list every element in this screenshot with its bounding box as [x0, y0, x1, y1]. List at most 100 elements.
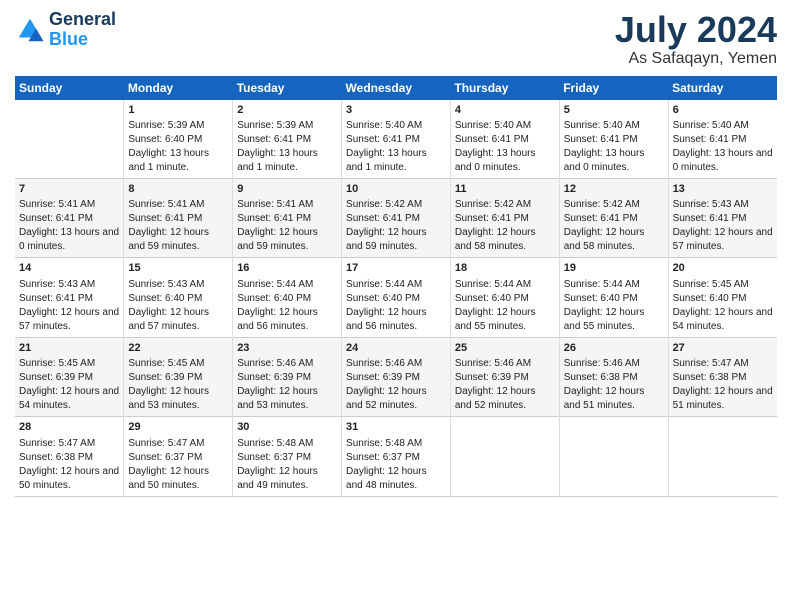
- day-number: 1: [128, 103, 228, 118]
- sunrise-text: Sunrise: 5:40 AM: [455, 119, 555, 133]
- logo-line1: General: [49, 10, 116, 30]
- cell-w2-d3: 9Sunrise: 5:41 AMSunset: 6:41 PMDaylight…: [233, 178, 342, 257]
- col-tuesday: Tuesday: [233, 76, 342, 100]
- sunrise-text: Sunrise: 5:41 AM: [128, 198, 228, 212]
- cell-w3-d4: 17Sunrise: 5:44 AMSunset: 6:40 PMDayligh…: [342, 258, 451, 337]
- cell-w5-d7: [668, 417, 777, 496]
- sunrise-text: Sunrise: 5:48 AM: [346, 437, 446, 451]
- day-number: 21: [19, 341, 119, 356]
- header: General Blue July 2024 As Safaqayn, Yeme…: [15, 10, 777, 68]
- daylight-text: Daylight: 12 hours and 58 minutes.: [564, 226, 664, 254]
- cell-w2-d5: 11Sunrise: 5:42 AMSunset: 6:41 PMDayligh…: [450, 178, 559, 257]
- sunrise-text: Sunrise: 5:42 AM: [346, 198, 446, 212]
- sunrise-text: Sunrise: 5:39 AM: [237, 119, 337, 133]
- sunrise-text: Sunrise: 5:46 AM: [346, 357, 446, 371]
- sunset-text: Sunset: 6:40 PM: [128, 292, 228, 306]
- sunset-text: Sunset: 6:41 PM: [128, 212, 228, 226]
- sunset-text: Sunset: 6:40 PM: [237, 292, 337, 306]
- daylight-text: Daylight: 12 hours and 55 minutes.: [455, 306, 555, 334]
- sunrise-text: Sunrise: 5:46 AM: [564, 357, 664, 371]
- sunset-text: Sunset: 6:37 PM: [237, 451, 337, 465]
- daylight-text: Daylight: 12 hours and 56 minutes.: [346, 306, 446, 334]
- sunset-text: Sunset: 6:39 PM: [346, 371, 446, 385]
- cell-w4-d5: 25Sunrise: 5:46 AMSunset: 6:39 PMDayligh…: [450, 337, 559, 416]
- day-number: 12: [564, 182, 664, 197]
- cell-w3-d7: 20Sunrise: 5:45 AMSunset: 6:40 PMDayligh…: [668, 258, 777, 337]
- cell-w4-d1: 21Sunrise: 5:45 AMSunset: 6:39 PMDayligh…: [15, 337, 124, 416]
- page-title: July 2024: [615, 10, 777, 50]
- sunrise-text: Sunrise: 5:47 AM: [673, 357, 773, 371]
- daylight-text: Daylight: 12 hours and 52 minutes.: [455, 385, 555, 413]
- column-header-row: Sunday Monday Tuesday Wednesday Thursday…: [15, 76, 777, 100]
- day-number: 25: [455, 341, 555, 356]
- sunrise-text: Sunrise: 5:44 AM: [564, 278, 664, 292]
- sunrise-text: Sunrise: 5:45 AM: [128, 357, 228, 371]
- logo-text: General Blue: [49, 10, 116, 50]
- daylight-text: Daylight: 12 hours and 52 minutes.: [346, 385, 446, 413]
- daylight-text: Daylight: 12 hours and 53 minutes.: [237, 385, 337, 413]
- sunset-text: Sunset: 6:40 PM: [346, 292, 446, 306]
- day-number: 16: [237, 261, 337, 276]
- daylight-text: Daylight: 12 hours and 53 minutes.: [128, 385, 228, 413]
- sunset-text: Sunset: 6:41 PM: [564, 133, 664, 147]
- sunset-text: Sunset: 6:40 PM: [564, 292, 664, 306]
- sunrise-text: Sunrise: 5:40 AM: [564, 119, 664, 133]
- daylight-text: Daylight: 12 hours and 56 minutes.: [237, 306, 337, 334]
- calendar-table: Sunday Monday Tuesday Wednesday Thursday…: [15, 76, 777, 497]
- cell-w1-d4: 3Sunrise: 5:40 AMSunset: 6:41 PMDaylight…: [342, 100, 451, 179]
- cell-w2-d7: 13Sunrise: 5:43 AMSunset: 6:41 PMDayligh…: [668, 178, 777, 257]
- sunset-text: Sunset: 6:40 PM: [455, 292, 555, 306]
- sunset-text: Sunset: 6:38 PM: [19, 451, 119, 465]
- sunset-text: Sunset: 6:40 PM: [128, 133, 228, 147]
- calendar-body: 1Sunrise: 5:39 AMSunset: 6:40 PMDaylight…: [15, 100, 777, 496]
- page-subtitle: As Safaqayn, Yemen: [615, 50, 777, 68]
- sunset-text: Sunset: 6:41 PM: [564, 212, 664, 226]
- daylight-text: Daylight: 12 hours and 59 minutes.: [237, 226, 337, 254]
- cell-w3-d6: 19Sunrise: 5:44 AMSunset: 6:40 PMDayligh…: [559, 258, 668, 337]
- col-sunday: Sunday: [15, 76, 124, 100]
- sunset-text: Sunset: 6:39 PM: [128, 371, 228, 385]
- sunrise-text: Sunrise: 5:39 AM: [128, 119, 228, 133]
- day-number: 20: [673, 261, 773, 276]
- day-number: 23: [237, 341, 337, 356]
- sunrise-text: Sunrise: 5:42 AM: [564, 198, 664, 212]
- sunrise-text: Sunrise: 5:44 AM: [237, 278, 337, 292]
- col-wednesday: Wednesday: [342, 76, 451, 100]
- sunrise-text: Sunrise: 5:43 AM: [673, 198, 773, 212]
- cell-w1-d2: 1Sunrise: 5:39 AMSunset: 6:40 PMDaylight…: [124, 100, 233, 179]
- cell-w4-d7: 27Sunrise: 5:47 AMSunset: 6:38 PMDayligh…: [668, 337, 777, 416]
- day-number: 31: [346, 420, 446, 435]
- cell-w2-d4: 10Sunrise: 5:42 AMSunset: 6:41 PMDayligh…: [342, 178, 451, 257]
- daylight-text: Daylight: 12 hours and 57 minutes.: [19, 306, 119, 334]
- daylight-text: Daylight: 12 hours and 57 minutes.: [128, 306, 228, 334]
- day-number: 11: [455, 182, 555, 197]
- sunrise-text: Sunrise: 5:47 AM: [128, 437, 228, 451]
- sunset-text: Sunset: 6:41 PM: [237, 133, 337, 147]
- sunset-text: Sunset: 6:41 PM: [237, 212, 337, 226]
- week-row-5: 28Sunrise: 5:47 AMSunset: 6:38 PMDayligh…: [15, 417, 777, 496]
- sunset-text: Sunset: 6:39 PM: [455, 371, 555, 385]
- sunrise-text: Sunrise: 5:45 AM: [19, 357, 119, 371]
- sunset-text: Sunset: 6:41 PM: [673, 212, 773, 226]
- daylight-text: Daylight: 12 hours and 48 minutes.: [346, 465, 446, 493]
- cell-w5-d6: [559, 417, 668, 496]
- daylight-text: Daylight: 12 hours and 54 minutes.: [673, 306, 773, 334]
- day-number: 18: [455, 261, 555, 276]
- cell-w2-d1: 7Sunrise: 5:41 AMSunset: 6:41 PMDaylight…: [15, 178, 124, 257]
- sunset-text: Sunset: 6:41 PM: [346, 133, 446, 147]
- day-number: 8: [128, 182, 228, 197]
- day-number: 28: [19, 420, 119, 435]
- sunrise-text: Sunrise: 5:47 AM: [19, 437, 119, 451]
- sunset-text: Sunset: 6:41 PM: [455, 133, 555, 147]
- sunrise-text: Sunrise: 5:42 AM: [455, 198, 555, 212]
- daylight-text: Daylight: 13 hours and 1 minute.: [346, 147, 446, 175]
- sunrise-text: Sunrise: 5:44 AM: [346, 278, 446, 292]
- daylight-text: Daylight: 12 hours and 51 minutes.: [673, 385, 773, 413]
- daylight-text: Daylight: 13 hours and 1 minute.: [128, 147, 228, 175]
- sunset-text: Sunset: 6:41 PM: [19, 212, 119, 226]
- day-number: 9: [237, 182, 337, 197]
- sunrise-text: Sunrise: 5:44 AM: [455, 278, 555, 292]
- day-number: 26: [564, 341, 664, 356]
- sunrise-text: Sunrise: 5:48 AM: [237, 437, 337, 451]
- day-number: 22: [128, 341, 228, 356]
